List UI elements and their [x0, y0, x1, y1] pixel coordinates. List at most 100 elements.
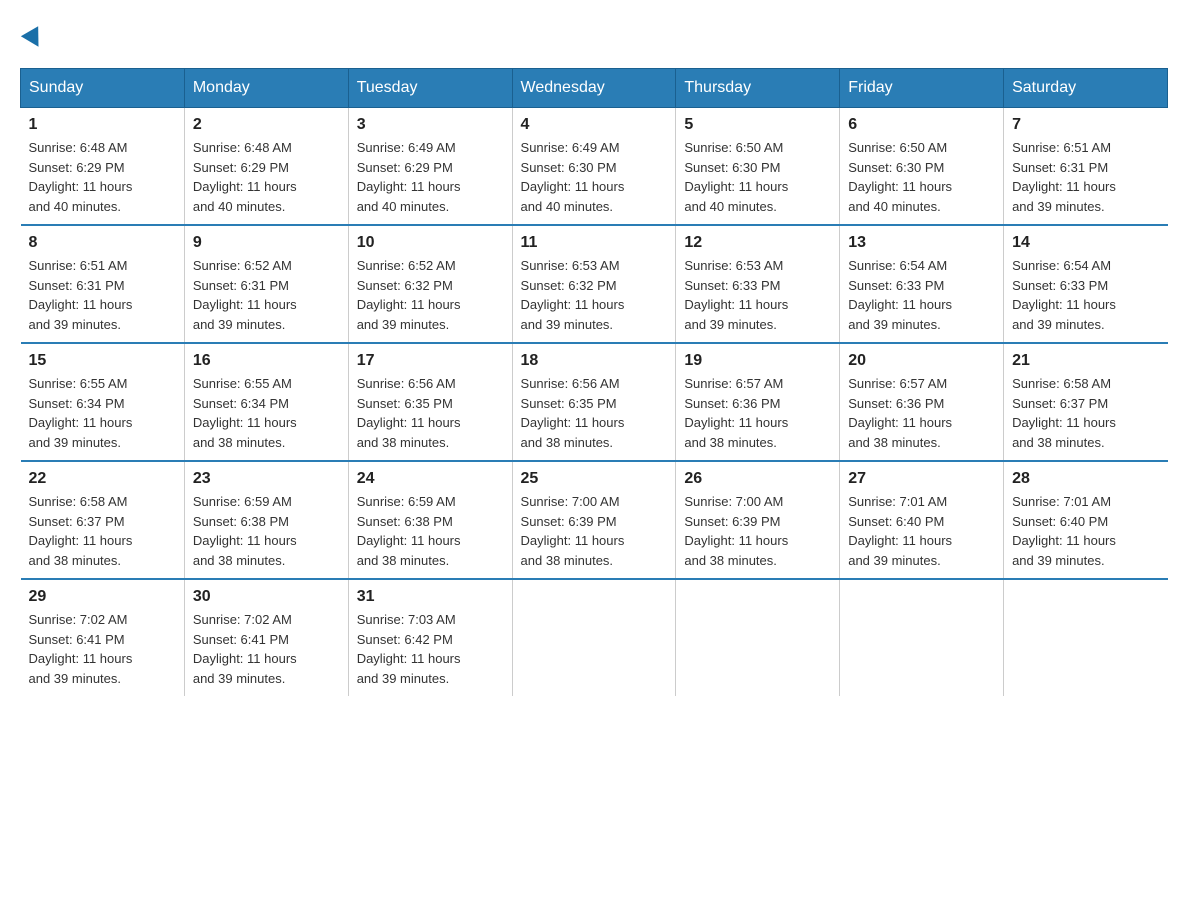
day-cell: 31 Sunrise: 7:03 AMSunset: 6:42 PMDaylig…: [348, 579, 512, 696]
day-cell: 25 Sunrise: 7:00 AMSunset: 6:39 PMDaylig…: [512, 461, 676, 579]
calendar-table: SundayMondayTuesdayWednesdayThursdayFrid…: [20, 68, 1168, 696]
day-number: 31: [357, 588, 504, 606]
day-info: Sunrise: 6:50 AMSunset: 6:30 PMDaylight:…: [684, 140, 788, 214]
day-number: 10: [357, 234, 504, 252]
day-info: Sunrise: 6:55 AMSunset: 6:34 PMDaylight:…: [29, 376, 133, 450]
day-cell: 12 Sunrise: 6:53 AMSunset: 6:33 PMDaylig…: [676, 225, 840, 343]
logo-triangle-icon: [21, 26, 47, 52]
day-info: Sunrise: 6:59 AMSunset: 6:38 PMDaylight:…: [357, 494, 461, 568]
day-info: Sunrise: 6:48 AMSunset: 6:29 PMDaylight:…: [29, 140, 133, 214]
day-cell: [676, 579, 840, 696]
week-row: 15 Sunrise: 6:55 AMSunset: 6:34 PMDaylig…: [21, 343, 1168, 461]
day-number: 8: [29, 234, 176, 252]
header-cell-thursday: Thursday: [676, 69, 840, 108]
day-info: Sunrise: 7:02 AMSunset: 6:41 PMDaylight:…: [193, 612, 297, 686]
day-number: 12: [684, 234, 831, 252]
day-cell: 13 Sunrise: 6:54 AMSunset: 6:33 PMDaylig…: [840, 225, 1004, 343]
day-cell: 21 Sunrise: 6:58 AMSunset: 6:37 PMDaylig…: [1004, 343, 1168, 461]
day-number: 6: [848, 116, 995, 134]
day-cell: 30 Sunrise: 7:02 AMSunset: 6:41 PMDaylig…: [184, 579, 348, 696]
day-cell: 15 Sunrise: 6:55 AMSunset: 6:34 PMDaylig…: [21, 343, 185, 461]
week-row: 1 Sunrise: 6:48 AMSunset: 6:29 PMDayligh…: [21, 108, 1168, 226]
day-info: Sunrise: 7:00 AMSunset: 6:39 PMDaylight:…: [684, 494, 788, 568]
day-number: 7: [1012, 116, 1159, 134]
day-cell: 16 Sunrise: 6:55 AMSunset: 6:34 PMDaylig…: [184, 343, 348, 461]
calendar-header: SundayMondayTuesdayWednesdayThursdayFrid…: [21, 69, 1168, 108]
week-row: 29 Sunrise: 7:02 AMSunset: 6:41 PMDaylig…: [21, 579, 1168, 696]
day-cell: 3 Sunrise: 6:49 AMSunset: 6:29 PMDayligh…: [348, 108, 512, 226]
day-cell: 2 Sunrise: 6:48 AMSunset: 6:29 PMDayligh…: [184, 108, 348, 226]
header-cell-monday: Monday: [184, 69, 348, 108]
day-number: 29: [29, 588, 176, 606]
day-cell: 24 Sunrise: 6:59 AMSunset: 6:38 PMDaylig…: [348, 461, 512, 579]
day-cell: 29 Sunrise: 7:02 AMSunset: 6:41 PMDaylig…: [21, 579, 185, 696]
day-number: 11: [521, 234, 668, 252]
calendar-body: 1 Sunrise: 6:48 AMSunset: 6:29 PMDayligh…: [21, 108, 1168, 697]
day-info: Sunrise: 6:53 AMSunset: 6:32 PMDaylight:…: [521, 258, 625, 332]
day-info: Sunrise: 7:03 AMSunset: 6:42 PMDaylight:…: [357, 612, 461, 686]
day-cell: 4 Sunrise: 6:49 AMSunset: 6:30 PMDayligh…: [512, 108, 676, 226]
day-info: Sunrise: 6:54 AMSunset: 6:33 PMDaylight:…: [1012, 258, 1116, 332]
day-cell: 19 Sunrise: 6:57 AMSunset: 6:36 PMDaylig…: [676, 343, 840, 461]
day-number: 25: [521, 470, 668, 488]
day-info: Sunrise: 7:02 AMSunset: 6:41 PMDaylight:…: [29, 612, 133, 686]
header-cell-sunday: Sunday: [21, 69, 185, 108]
day-cell: 1 Sunrise: 6:48 AMSunset: 6:29 PMDayligh…: [21, 108, 185, 226]
header-cell-wednesday: Wednesday: [512, 69, 676, 108]
day-number: 22: [29, 470, 176, 488]
logo: [20, 20, 44, 48]
day-info: Sunrise: 7:01 AMSunset: 6:40 PMDaylight:…: [848, 494, 952, 568]
day-info: Sunrise: 6:51 AMSunset: 6:31 PMDaylight:…: [1012, 140, 1116, 214]
header-row: SundayMondayTuesdayWednesdayThursdayFrid…: [21, 69, 1168, 108]
day-cell: 5 Sunrise: 6:50 AMSunset: 6:30 PMDayligh…: [676, 108, 840, 226]
day-cell: 27 Sunrise: 7:01 AMSunset: 6:40 PMDaylig…: [840, 461, 1004, 579]
day-cell: [1004, 579, 1168, 696]
day-number: 24: [357, 470, 504, 488]
day-number: 19: [684, 352, 831, 370]
day-number: 1: [29, 116, 176, 134]
header-cell-saturday: Saturday: [1004, 69, 1168, 108]
day-info: Sunrise: 6:56 AMSunset: 6:35 PMDaylight:…: [357, 376, 461, 450]
day-number: 5: [684, 116, 831, 134]
day-cell: [840, 579, 1004, 696]
day-cell: [512, 579, 676, 696]
day-number: 4: [521, 116, 668, 134]
day-info: Sunrise: 6:57 AMSunset: 6:36 PMDaylight:…: [684, 376, 788, 450]
day-info: Sunrise: 6:59 AMSunset: 6:38 PMDaylight:…: [193, 494, 297, 568]
day-info: Sunrise: 6:52 AMSunset: 6:31 PMDaylight:…: [193, 258, 297, 332]
day-info: Sunrise: 6:58 AMSunset: 6:37 PMDaylight:…: [29, 494, 133, 568]
day-number: 17: [357, 352, 504, 370]
day-number: 30: [193, 588, 340, 606]
day-number: 28: [1012, 470, 1159, 488]
day-number: 3: [357, 116, 504, 134]
week-row: 8 Sunrise: 6:51 AMSunset: 6:31 PMDayligh…: [21, 225, 1168, 343]
day-number: 16: [193, 352, 340, 370]
day-info: Sunrise: 6:58 AMSunset: 6:37 PMDaylight:…: [1012, 376, 1116, 450]
day-number: 23: [193, 470, 340, 488]
day-cell: 8 Sunrise: 6:51 AMSunset: 6:31 PMDayligh…: [21, 225, 185, 343]
day-number: 2: [193, 116, 340, 134]
day-cell: 6 Sunrise: 6:50 AMSunset: 6:30 PMDayligh…: [840, 108, 1004, 226]
day-info: Sunrise: 7:00 AMSunset: 6:39 PMDaylight:…: [521, 494, 625, 568]
day-info: Sunrise: 6:52 AMSunset: 6:32 PMDaylight:…: [357, 258, 461, 332]
header: [20, 20, 1168, 48]
day-number: 13: [848, 234, 995, 252]
day-number: 18: [521, 352, 668, 370]
day-number: 27: [848, 470, 995, 488]
day-info: Sunrise: 6:57 AMSunset: 6:36 PMDaylight:…: [848, 376, 952, 450]
day-info: Sunrise: 6:49 AMSunset: 6:30 PMDaylight:…: [521, 140, 625, 214]
day-cell: 14 Sunrise: 6:54 AMSunset: 6:33 PMDaylig…: [1004, 225, 1168, 343]
day-info: Sunrise: 6:49 AMSunset: 6:29 PMDaylight:…: [357, 140, 461, 214]
day-cell: 28 Sunrise: 7:01 AMSunset: 6:40 PMDaylig…: [1004, 461, 1168, 579]
day-info: Sunrise: 7:01 AMSunset: 6:40 PMDaylight:…: [1012, 494, 1116, 568]
day-cell: 26 Sunrise: 7:00 AMSunset: 6:39 PMDaylig…: [676, 461, 840, 579]
day-info: Sunrise: 6:53 AMSunset: 6:33 PMDaylight:…: [684, 258, 788, 332]
day-info: Sunrise: 6:51 AMSunset: 6:31 PMDaylight:…: [29, 258, 133, 332]
day-number: 15: [29, 352, 176, 370]
day-number: 21: [1012, 352, 1159, 370]
day-info: Sunrise: 6:54 AMSunset: 6:33 PMDaylight:…: [848, 258, 952, 332]
day-cell: 23 Sunrise: 6:59 AMSunset: 6:38 PMDaylig…: [184, 461, 348, 579]
week-row: 22 Sunrise: 6:58 AMSunset: 6:37 PMDaylig…: [21, 461, 1168, 579]
day-cell: 17 Sunrise: 6:56 AMSunset: 6:35 PMDaylig…: [348, 343, 512, 461]
logo-blue-text: [20, 30, 44, 48]
